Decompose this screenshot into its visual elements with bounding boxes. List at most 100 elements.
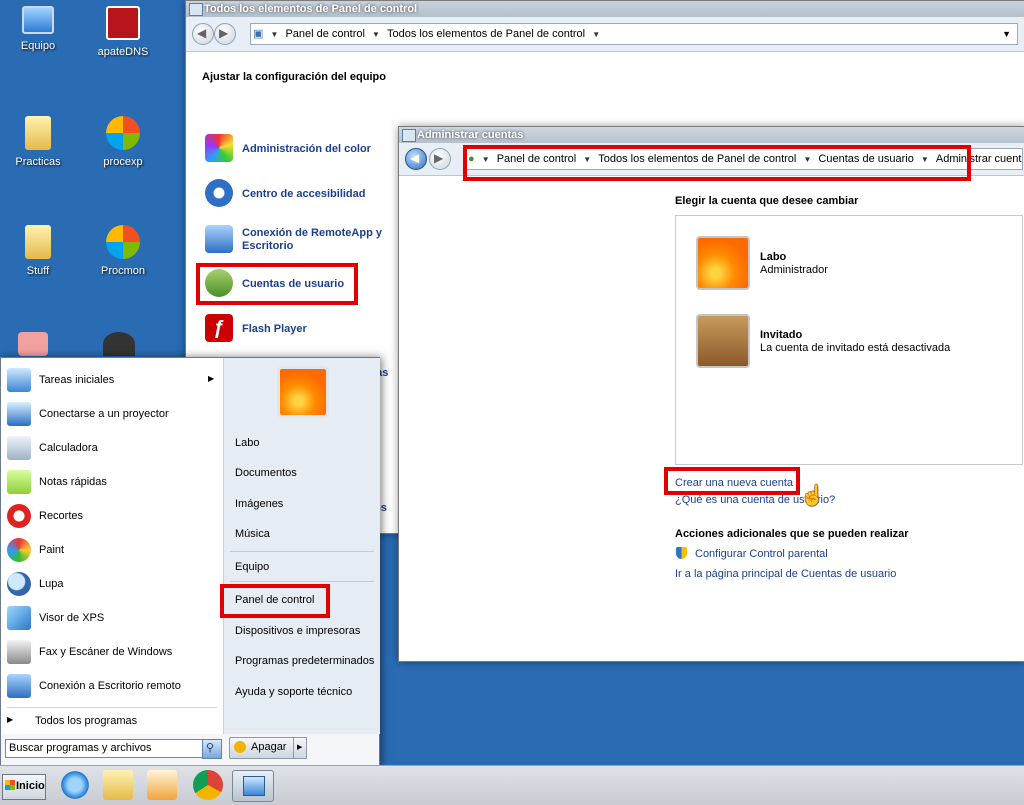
breadcrumb-item[interactable]: Todos los elementos de Panel de control	[596, 149, 798, 169]
search-input[interactable]: Buscar programas y archivos	[5, 739, 204, 758]
folder-icon	[25, 225, 51, 259]
start-item-calculator[interactable]: Calculadora	[1, 432, 223, 464]
desktop-icon-stuff[interactable]: Stuff	[3, 225, 73, 277]
chevron-down-icon[interactable]: ▼	[268, 25, 280, 44]
desktop-icon-partial[interactable]	[18, 332, 48, 356]
control-panel-small-icon: ▣	[253, 28, 264, 40]
all-programs-button[interactable]: ▶ Todos los programas	[1, 710, 223, 732]
chevron-down-icon[interactable]: ▼	[370, 25, 382, 44]
start-place-computer[interactable]: Equipo	[235, 561, 269, 573]
cp-item-color[interactable]: Administración del color	[242, 143, 371, 156]
parental-control-link[interactable]: Configurar Control parental	[695, 548, 828, 560]
start-item-magnifier[interactable]: Lupa	[1, 568, 223, 600]
start-item-xps[interactable]: Visor de XPS	[1, 602, 223, 634]
desktop-icon-procmon[interactable]: Procmon	[88, 225, 158, 277]
start-place-user[interactable]: Labo	[235, 437, 259, 449]
start-item-snipping[interactable]: Recortes	[1, 500, 223, 532]
shield-icon	[676, 547, 687, 559]
procexp-icon	[106, 116, 140, 150]
start-item-fax[interactable]: Fax y Escáner de Windows	[1, 636, 223, 668]
breadcrumb-item[interactable]: Todos los elementos de Panel de control	[385, 24, 587, 44]
forward-button[interactable]: ▶	[214, 23, 236, 45]
forward-button[interactable]: ▶	[429, 148, 451, 170]
start-item-sticky-notes[interactable]: Notas rápidas	[1, 466, 223, 498]
cp-item-remoteapp[interactable]: Conexión de RemoteApp y Escritorio	[242, 227, 392, 253]
start-item-getting-started[interactable]: Tareas iniciales ▶	[1, 364, 223, 396]
address-dropdown-icon[interactable]: ▼	[1002, 24, 1011, 44]
xps-icon	[7, 606, 31, 630]
back-arrow-icon: ◀	[410, 151, 420, 165]
start-place-music[interactable]: Música	[235, 528, 270, 540]
cp-item-accessibility[interactable]: Centro de accesibilidad	[242, 188, 365, 201]
account-role: La cuenta de invitado está desactivada	[760, 342, 951, 354]
chevron-down-icon[interactable]: ▼	[801, 150, 813, 169]
start-item-label: Tareas iniciales	[39, 374, 115, 386]
accessibility-icon	[205, 179, 233, 207]
shutdown-options-button[interactable]: ▶	[293, 737, 307, 759]
cp-item-user-accounts[interactable]: Cuentas de usuario	[242, 278, 344, 291]
desktop-icon-label: procexp	[103, 156, 143, 168]
shutdown-button[interactable]: Apagar	[229, 737, 295, 759]
start-item-remote-desktop[interactable]: Conexión a Escritorio remoto	[1, 670, 223, 702]
desktop-icon-label: Stuff	[26, 265, 50, 277]
briefcase-avatar-icon	[696, 314, 750, 368]
chevron-down-icon[interactable]: ▼	[480, 150, 492, 169]
start-place-pictures[interactable]: Imágenes	[235, 498, 283, 510]
all-programs-label: Todos los programas	[35, 715, 138, 727]
desktop-icon-equipo[interactable]: Equipo	[3, 6, 73, 52]
account-role: Administrador	[760, 264, 828, 276]
chevron-down-icon[interactable]: ▼	[919, 150, 931, 169]
window-title: Todos los elementos de Panel de control	[204, 3, 418, 15]
breadcrumb-item[interactable]: Cuentas de usuario	[816, 149, 915, 169]
start-item-label: Paint	[39, 544, 65, 556]
chrome-icon[interactable]	[193, 770, 223, 800]
start-item-projector[interactable]: Conectarse a un proyector	[1, 398, 223, 430]
create-account-link[interactable]: Crear una nueva cuenta	[675, 477, 793, 489]
breadcrumb-item[interactable]: Panel de control	[283, 24, 367, 44]
ie-icon[interactable]	[58, 770, 92, 800]
desktop-icon-apatedns[interactable]: apateDNS	[88, 6, 158, 58]
desktop-icon-practicas[interactable]: Practicas	[3, 116, 73, 168]
desktop-icon-partial[interactable]	[103, 332, 135, 356]
account-invitado[interactable]: Invitado La cuenta de invitado está desa…	[676, 296, 1022, 376]
color-management-icon	[205, 134, 233, 162]
chevron-down-icon[interactable]: ▼	[590, 25, 602, 44]
user-accounts-home-link[interactable]: Ir a la página principal de Cuentas de u…	[675, 568, 896, 580]
start-item-paint[interactable]: Paint	[1, 534, 223, 566]
taskbar: Inicio	[0, 765, 1024, 805]
window-titlebar: Todos los elementos de Panel de control	[186, 1, 1024, 17]
search-button[interactable]: ⚲	[202, 739, 222, 759]
start-button[interactable]: Inicio	[2, 774, 46, 800]
user-avatar[interactable]	[277, 366, 329, 418]
computer-icon	[22, 6, 54, 34]
chevron-down-icon[interactable]: ▼	[581, 150, 593, 169]
control-panel-glyph	[243, 776, 265, 796]
address-box[interactable]: ● ▼ Panel de control ▼ Todos los element…	[465, 148, 1023, 170]
address-bar: ◀ ▶ ● ▼ Panel de control ▼ Todos los ele…	[399, 143, 1024, 176]
desktop-icon-label: Equipo	[20, 40, 56, 52]
user-accounts-icon	[205, 269, 233, 297]
start-place-control-panel[interactable]: Panel de control	[235, 594, 315, 606]
start-place-default-programs[interactable]: Programas predeterminados	[235, 655, 374, 667]
user-accounts-small-icon: ●	[468, 153, 475, 165]
back-button[interactable]: ◀	[405, 148, 427, 170]
control-panel-icon	[189, 3, 203, 16]
control-panel-icon[interactable]	[232, 770, 274, 802]
start-item-label: Lupa	[39, 578, 64, 590]
breadcrumb-item[interactable]: Administrar cuentas	[934, 149, 1022, 169]
forward-arrow-icon: ▶	[219, 26, 229, 40]
start-place-devices[interactable]: Dispositivos e impresoras	[235, 625, 360, 637]
snipping-icon	[7, 504, 31, 528]
start-place-documents[interactable]: Documentos	[235, 467, 297, 479]
desktop-icon-procexp[interactable]: procexp	[88, 116, 158, 168]
account-labo[interactable]: Labo Administrador	[676, 216, 1022, 296]
start-place-help[interactable]: Ayuda y soporte técnico	[235, 686, 352, 698]
media-player-icon[interactable]	[147, 770, 177, 800]
explorer-icon[interactable]	[103, 770, 133, 800]
shutdown-label: Apagar	[251, 741, 287, 753]
breadcrumb-item[interactable]: Panel de control	[495, 149, 579, 169]
address-box[interactable]: ▣ ▼ Panel de control ▼ Todos los element…	[250, 23, 1018, 45]
back-button[interactable]: ◀	[192, 23, 214, 45]
cp-item-flash[interactable]: Flash Player	[242, 323, 307, 336]
accounts-list: Labo Administrador Invitado La cuenta de…	[675, 215, 1023, 465]
